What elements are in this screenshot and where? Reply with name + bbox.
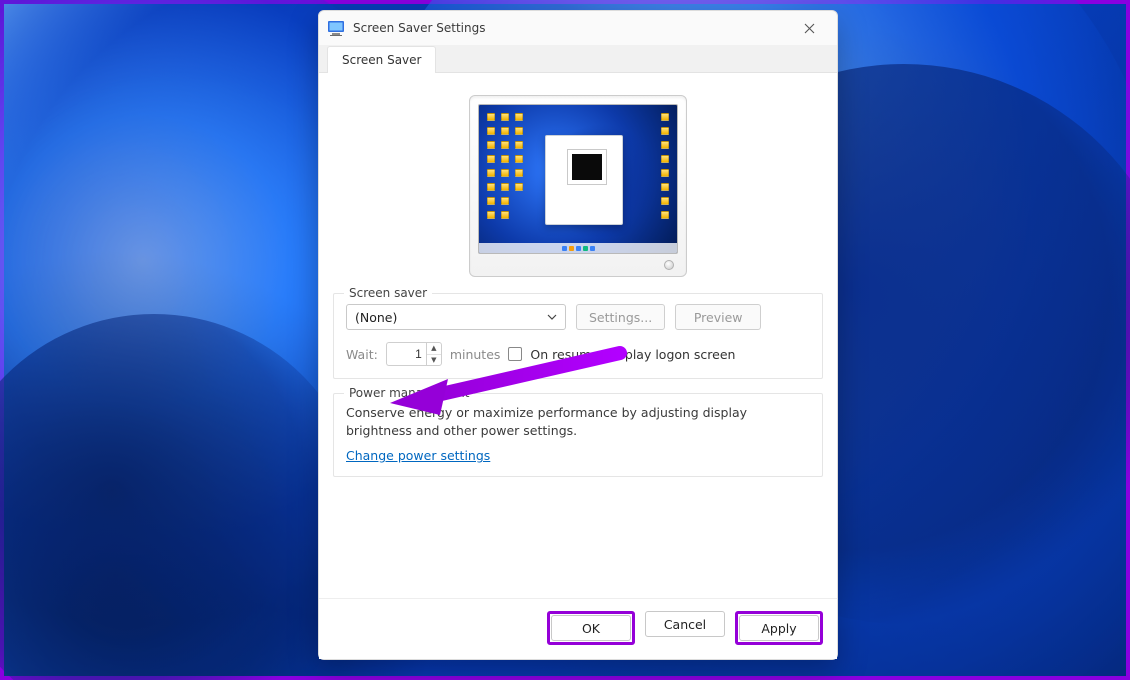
close-button[interactable] — [787, 11, 831, 45]
power-description: Conserve energy or maximize performance … — [346, 404, 810, 440]
window-title: Screen Saver Settings — [353, 21, 787, 35]
spinner-down-icon[interactable]: ▼ — [427, 355, 441, 366]
tab-screen-saver[interactable]: Screen Saver — [327, 46, 436, 73]
close-icon — [804, 23, 815, 34]
power-group-legend: Power management — [344, 386, 474, 400]
ok-button[interactable]: OK — [551, 615, 631, 641]
chevron-down-icon — [547, 310, 557, 325]
cancel-button[interactable]: Cancel — [645, 611, 725, 637]
screensaver-selected-value: (None) — [355, 310, 397, 325]
titlebar: Screen Saver Settings — [319, 11, 837, 45]
wait-label: Wait: — [346, 347, 378, 362]
wait-minutes-spinner[interactable]: ▲ ▼ — [386, 342, 442, 366]
screensaver-preview-area — [333, 87, 823, 283]
screensaver-group: Screen saver (None) Settings... Preview … — [333, 293, 823, 379]
mini-settings-window — [545, 135, 623, 225]
preview-button[interactable]: Preview — [675, 304, 761, 330]
wait-units-label: minutes — [450, 347, 501, 362]
mini-taskbar — [479, 243, 677, 253]
ok-highlight-annotation: OK — [547, 611, 635, 645]
dialog-content: Screen saver (None) Settings... Preview … — [319, 73, 837, 598]
screensaver-group-legend: Screen saver — [344, 286, 432, 300]
apply-button[interactable]: Apply — [739, 615, 819, 641]
screen-saver-settings-dialog: Screen Saver Settings Screen Saver — [318, 10, 838, 660]
resume-logon-checkbox[interactable] — [508, 347, 522, 361]
apply-highlight-annotation: Apply — [735, 611, 823, 645]
monitor-preview-screen — [478, 104, 678, 254]
dialog-footer: OK Cancel Apply — [319, 598, 837, 659]
spinner-up-icon[interactable]: ▲ — [427, 343, 441, 355]
change-power-settings-link[interactable]: Change power settings — [346, 448, 490, 463]
monitor-power-led-icon — [664, 260, 674, 270]
screensaver-app-icon — [327, 19, 345, 37]
settings-button[interactable]: Settings... — [576, 304, 665, 330]
tab-strip: Screen Saver — [319, 45, 837, 73]
resume-logon-label: On resume, display logon screen — [530, 347, 735, 362]
wait-minutes-input[interactable] — [386, 342, 426, 366]
monitor-preview-frame — [469, 95, 687, 277]
screensaver-select[interactable]: (None) — [346, 304, 566, 330]
power-management-group: Power management Conserve energy or maxi… — [333, 393, 823, 477]
